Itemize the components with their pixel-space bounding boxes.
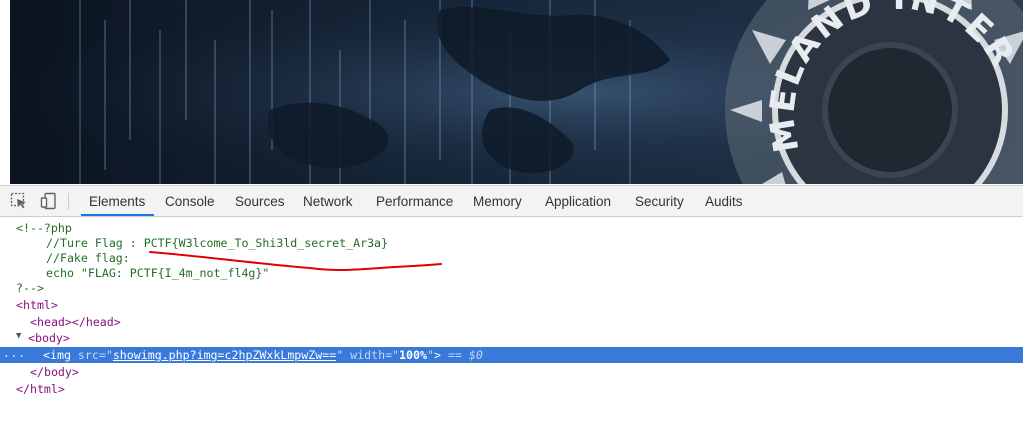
- width-attr-name: width: [350, 348, 386, 362]
- php-comment-open[interactable]: <!--?php: [16, 220, 72, 236]
- tab-audits[interactable]: Audits: [705, 186, 743, 216]
- tab-console[interactable]: Console: [165, 186, 215, 216]
- tab-elements[interactable]: Elements: [81, 186, 154, 216]
- src-quote: ": [336, 348, 351, 362]
- src-link[interactable]: showimg.php?img=c2hpZWxkLmpwZw==: [113, 348, 336, 362]
- more-options-ellipsis[interactable]: ...: [3, 347, 26, 360]
- tab-memory[interactable]: Memory: [473, 186, 522, 216]
- tab-security[interactable]: Security: [635, 186, 684, 216]
- head-element[interactable]: <head></head>: [30, 314, 121, 330]
- devtools-toolbar: Elements Console Sources Network Perform…: [0, 186, 1023, 217]
- html-open-tag[interactable]: <html>: [16, 297, 58, 313]
- body-open-tag[interactable]: <body>: [28, 330, 70, 346]
- fake-flag-comment[interactable]: //Fake flag:: [46, 250, 130, 266]
- tab-sources[interactable]: Sources: [235, 186, 285, 216]
- device-toolbar-icon[interactable]: [40, 192, 58, 210]
- head-open-tag: <head>: [30, 315, 72, 329]
- echo-fake-flag[interactable]: echo "FLAG: PCTF{I_4m_not_fl4g}": [46, 265, 269, 281]
- width-quote: ": [426, 348, 434, 362]
- width-equals: =": [385, 348, 400, 362]
- tab-application[interactable]: Application: [545, 186, 611, 216]
- img-open-tag: <img: [43, 348, 71, 362]
- inspect-element-icon[interactable]: [10, 192, 28, 210]
- body-close-tag[interactable]: </body>: [30, 364, 79, 380]
- php-comment-close[interactable]: ?-->: [16, 280, 44, 296]
- banner-graphic: MELAND INTERV: [10, 0, 1023, 184]
- src-equals: =": [98, 348, 113, 362]
- img-close-bracket: >: [433, 348, 441, 362]
- selected-node-row[interactable]: ... <img src="showimg.php?img=c2hpZWxkLm…: [0, 347, 1023, 363]
- selected-node-marker: == $0: [447, 348, 483, 362]
- collapse-triangle-icon[interactable]: ▼: [16, 331, 21, 341]
- html-close-tag[interactable]: </html>: [16, 381, 65, 397]
- src-attr-name: src: [77, 348, 99, 362]
- banner-image: MELAND INTERV: [10, 0, 1023, 184]
- head-close-tag: </head>: [71, 315, 121, 329]
- devtools-panel: Elements Console Sources Network Perform…: [0, 185, 1023, 426]
- toolbar-divider: [68, 193, 69, 210]
- tab-performance[interactable]: Performance: [376, 186, 453, 216]
- elements-dom-tree: <!--?php //Ture Flag : PCTF{W3lcome_To_S…: [0, 217, 1023, 426]
- true-flag-comment[interactable]: //Ture Flag : PCTF{W3lcome_To_Shi3ld_sec…: [46, 235, 388, 251]
- width-attr-value: 100%: [399, 348, 427, 362]
- page-viewport: MELAND INTERV: [0, 0, 1023, 185]
- img-node: <img src="showimg.php?img=c2hpZWxkLmpwZw…: [43, 347, 483, 363]
- tab-network[interactable]: Network: [303, 186, 353, 216]
